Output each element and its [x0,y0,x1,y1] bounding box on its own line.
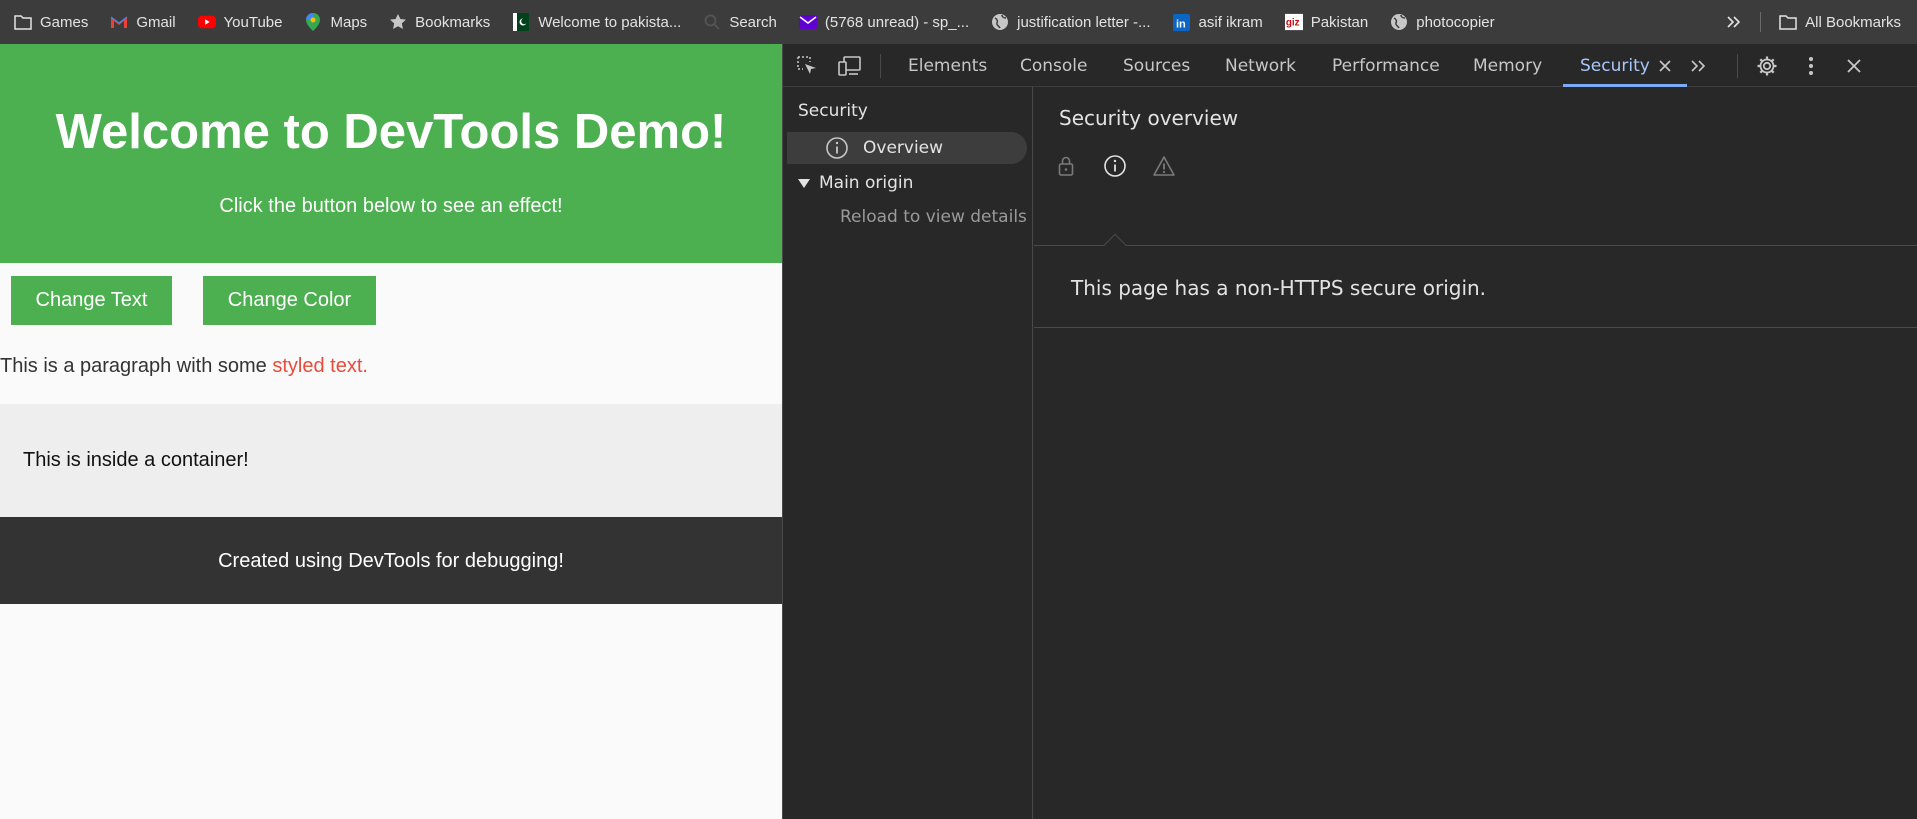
bookmark-label: photocopier [1416,13,1495,31]
more-bookmarks-icon[interactable] [1726,15,1742,29]
tab-sources[interactable]: Sources [1123,44,1190,87]
all-bookmarks-button[interactable]: All Bookmarks [1779,0,1901,44]
bookmark-label: Maps [330,13,368,31]
devtools-panel: Elements Console Sources Network Perform… [782,44,1917,819]
pakistan-flag-icon [512,13,530,31]
tab-memory[interactable]: Memory [1473,44,1542,87]
globe-icon [1390,13,1408,31]
maps-icon [304,13,322,31]
all-bookmarks-label: All Bookmarks [1805,13,1901,31]
overview-title: Security overview [1059,106,1239,130]
bookmark-search[interactable]: Search [703,0,777,44]
bookmark-bookmarks[interactable]: Bookmarks [389,0,490,44]
bookmark-youtube[interactable]: YouTube [197,0,283,44]
change-color-button[interactable]: Change Color [203,276,376,325]
bookmark-asif-ikram[interactable]: in asif ikram [1173,0,1263,44]
triangle-down-icon [798,178,810,188]
security-message: This page has a non-HTTPS secure origin. [1071,276,1487,300]
bookmark-photocopier[interactable]: photocopier [1390,0,1495,44]
warning-icon [1152,154,1176,178]
folder-icon [1779,13,1797,31]
change-text-button[interactable]: Change Text [11,276,172,325]
bookmark-welcome-pakistan[interactable]: Welcome to pakista... [512,0,681,44]
tab-network[interactable]: Network [1225,44,1296,87]
reload-hint: Reload to view details [840,207,1027,227]
sidebar-item-overview[interactable]: Overview [787,132,1027,164]
page-viewport: Welcome to DevTools Demo! Click the butt… [0,44,782,819]
gmail-icon [110,13,128,31]
bookmarks-bar: Games Gmail YouTube Maps Bookmarks Welco… [0,0,1917,44]
bookmark-label: Search [729,13,777,31]
bookmarks-divider [1760,12,1762,32]
bookmark-label: justification letter -... [1017,13,1151,31]
bookmark-justification-letter[interactable]: justification letter -... [991,0,1151,44]
tab-security[interactable]: Security [1580,44,1650,87]
bookmark-pakistan[interactable]: giz Pakistan [1284,0,1369,44]
bookmark-gmail[interactable]: Gmail [110,0,176,44]
bookmark-label: YouTube [223,13,283,31]
page-subheading: Click the button below to see an effect! [219,195,563,217]
tab-performance[interactable]: Performance [1332,44,1440,87]
bookmark-label: asif ikram [1198,13,1263,31]
folder-icon [14,13,32,31]
toolbar-divider [1737,54,1738,78]
security-overview-panel: Security overview This page has a non-HT… [1034,87,1917,819]
devtools-toolbar: Elements Console Sources Network Perform… [783,44,1917,87]
sidebar-item-main-origin[interactable]: Main origin [798,173,913,193]
bookmark-yahoo-mail[interactable]: (5768 unread) - sp_... [798,0,970,44]
lock-icon [1054,154,1078,178]
youtube-icon [197,13,216,31]
sidebar-item-label: Overview [863,138,944,158]
page-footer: Created using DevTools for debugging! [0,517,782,604]
bookmark-maps[interactable]: Maps [304,0,367,44]
gear-icon[interactable] [1755,54,1779,78]
giz-icon: giz [1284,13,1303,31]
bookmark-label: (5768 unread) - sp_... [824,13,970,31]
linkedin-icon: in [1173,13,1191,31]
close-devtools-icon[interactable] [1842,54,1866,78]
close-tab-icon[interactable] [1653,54,1677,78]
bookmarks-bar-right: All Bookmarks [1726,0,1917,44]
bookmark-label: Gmail [136,13,176,31]
paragraph-text: This is a paragraph with some [0,355,273,377]
styled-text: styled text. [272,355,368,377]
search-icon [703,13,721,31]
svg-text:in: in [1176,18,1186,30]
bookmark-label: Bookmarks [415,13,491,31]
yahoo-mail-icon [798,13,817,31]
bookmark-games[interactable]: Games [14,0,88,44]
overview-divider [1034,327,1917,328]
tab-console[interactable]: Console [1020,44,1088,87]
star-icon [389,13,407,31]
paragraph: This is a paragraph with some styled tex… [0,355,368,378]
overview-divider [1034,245,1917,246]
footer-text: Created using DevTools for debugging! [218,550,564,572]
container-text: This is inside a container! [23,449,249,471]
device-toolbar-icon[interactable] [838,54,862,78]
container-box: This is inside a container! [0,404,782,517]
hero-header: Welcome to DevTools Demo! Click the butt… [0,44,782,263]
sidebar-item-label: Main origin [819,173,914,193]
globe-icon [991,13,1009,31]
bookmark-label: Pakistan [1310,13,1369,31]
selected-icon-indicator [1103,233,1127,257]
inspect-element-icon[interactable] [795,54,819,78]
svg-text:giz: giz [1286,18,1300,29]
bookmark-label: Welcome to pakista... [538,13,682,31]
kebab-menu-icon[interactable] [1799,54,1823,78]
info-icon [825,136,849,160]
more-tabs-icon[interactable] [1687,54,1711,78]
page-heading: Welcome to DevTools Demo! [55,105,727,159]
info-icon [1103,154,1127,178]
tab-elements[interactable]: Elements [908,44,987,87]
security-sidebar: Security Overview Main origin Reload to … [783,87,1033,819]
bookmark-label: Games [40,13,89,31]
toolbar-divider [880,54,881,78]
sidebar-title: Security [798,101,868,121]
